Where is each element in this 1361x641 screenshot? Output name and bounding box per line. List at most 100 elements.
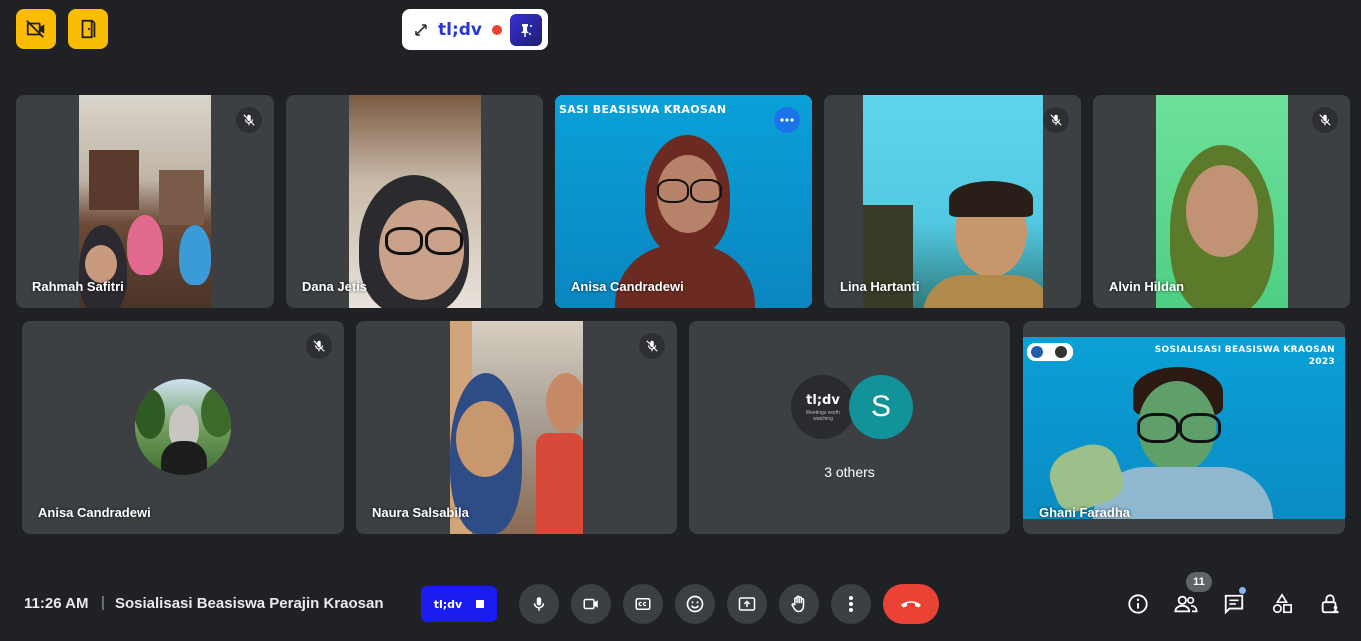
participant-name: Anisa Candradewi xyxy=(38,505,151,520)
participant-tile-lina-hartanti[interactable]: Lina Hartanti xyxy=(824,95,1081,308)
meeting-title: Sosialisasi Beasiswa Perajin Kraosan xyxy=(115,595,384,612)
participant-tile-dana-jetis[interactable]: Dana Jetis xyxy=(286,95,543,308)
people-button[interactable] xyxy=(1170,588,1202,620)
glasses xyxy=(657,179,689,203)
present-screen-button[interactable] xyxy=(727,584,767,624)
participant-tile-anisa-candradewi-active[interactable]: SASI BEASISWA KRAOSAN Anisa Candradewi xyxy=(555,95,812,308)
video-feed xyxy=(349,95,481,308)
recording-indicator-icon xyxy=(492,24,503,35)
time-separator: | xyxy=(101,594,105,611)
person-face xyxy=(456,401,514,477)
people-icon xyxy=(1174,595,1198,613)
logo-badge xyxy=(1027,343,1073,361)
furniture xyxy=(159,170,204,225)
raise-hand-button[interactable] xyxy=(779,584,819,624)
participant-name: Alvin Hildan xyxy=(1109,279,1185,294)
logo-mark-icon xyxy=(1055,346,1067,358)
more-horizontal-icon xyxy=(780,118,794,122)
logo-mark-icon xyxy=(1031,346,1043,358)
avatar xyxy=(135,379,231,475)
video-feed xyxy=(1023,337,1345,519)
others-count-label: 3 others xyxy=(824,464,875,480)
mic-off-icon xyxy=(1050,114,1062,126)
mic-off-icon xyxy=(313,340,325,352)
video-feed xyxy=(79,95,211,308)
tldv-button-label: tl;dv xyxy=(433,597,463,611)
mic-muted-indicator xyxy=(306,333,332,359)
participant-tile-ghani-faradha[interactable]: SOSIALISASI BEASISWA KRAOSAN 2023 Ghani … xyxy=(1023,321,1345,534)
leave-room-button[interactable] xyxy=(68,9,108,49)
person-shoulders xyxy=(615,245,755,308)
more-options-button[interactable] xyxy=(831,584,871,624)
tldv-bot-avatar: tl;dv Meetings worth watching xyxy=(791,375,855,439)
captions-button[interactable] xyxy=(623,584,663,624)
tldv-brand: tl;dv xyxy=(438,19,483,40)
tldv-recorder-widget[interactable]: tl;dv xyxy=(402,9,548,50)
glasses xyxy=(690,179,722,203)
magic-pin-button[interactable] xyxy=(510,13,542,46)
mic-icon xyxy=(533,597,545,611)
participant-name: Lina Hartanti xyxy=(840,279,920,294)
person-hijab xyxy=(179,225,211,285)
chat-icon xyxy=(1224,594,1244,615)
person-hijab xyxy=(127,215,163,275)
glasses xyxy=(385,227,423,255)
microphone-button[interactable] xyxy=(519,584,559,624)
participant-tile-rahmah-safitri[interactable]: Rahmah Safitri xyxy=(16,95,274,308)
video-feed xyxy=(1156,95,1288,308)
avatar-tree xyxy=(201,387,231,437)
participant-name: Anisa Candradewi xyxy=(571,279,684,294)
video-feed xyxy=(863,95,1043,308)
chat-notification-dot xyxy=(1239,587,1246,594)
info-icon xyxy=(1128,594,1148,614)
glasses xyxy=(425,227,463,255)
camera-button[interactable] xyxy=(571,584,611,624)
chat-button[interactable] xyxy=(1218,588,1250,620)
videocam-icon xyxy=(583,598,598,610)
host-controls-button[interactable] xyxy=(1314,588,1346,620)
person-hair xyxy=(949,181,1033,217)
shapes-activities-icon xyxy=(1272,593,1292,614)
activities-button[interactable] xyxy=(1266,588,1298,620)
furniture xyxy=(89,150,139,210)
participant-tile-alvin-hildan[interactable]: Alvin Hildan xyxy=(1093,95,1350,308)
video-feed xyxy=(555,95,812,308)
video-banner-line1: SOSIALISASI BEASISWA KRAOSAN xyxy=(1154,345,1335,355)
call-end-icon xyxy=(901,601,921,608)
camera-off-button[interactable] xyxy=(16,9,56,49)
present-to-all-icon xyxy=(738,597,756,611)
emoji-smile-icon xyxy=(686,595,704,613)
leave-call-button[interactable] xyxy=(883,584,939,624)
more-vertical-icon xyxy=(849,596,853,612)
meeting-details-button[interactable] xyxy=(1122,588,1154,620)
participant-tile-naura-salsabila[interactable]: Naura Salsabila xyxy=(356,321,677,534)
tldv-avatar-label: tl;dv xyxy=(806,392,840,408)
participant-tile-others[interactable]: tl;dv Meetings worth watching S 3 others xyxy=(689,321,1010,534)
mic-off-icon xyxy=(243,114,255,126)
video-feed xyxy=(450,321,583,534)
video-banner-line2: 2023 xyxy=(1308,357,1335,367)
mic-muted-indicator xyxy=(1043,107,1069,133)
participant-name: Rahmah Safitri xyxy=(32,279,124,294)
person-face xyxy=(85,245,117,283)
reactions-button[interactable] xyxy=(675,584,715,624)
video-banner-text: SASI BEASISWA KRAOSAN xyxy=(559,103,727,116)
glasses xyxy=(1137,413,1179,443)
stop-icon xyxy=(476,600,485,608)
door-exit-icon xyxy=(81,19,96,39)
expand-diagonal-icon[interactable] xyxy=(414,23,428,37)
participant-name: Dana Jetis xyxy=(302,279,368,294)
meeting-time: 11:26 AM xyxy=(24,595,89,612)
participant-name: Ghani Faradha xyxy=(1039,505,1131,520)
participant-more-options-button[interactable] xyxy=(774,107,800,133)
mic-muted-indicator xyxy=(1312,107,1338,133)
tldv-recording-button[interactable]: tl;dv xyxy=(421,586,497,622)
person-face xyxy=(1186,165,1258,257)
avatar-tree xyxy=(135,389,165,439)
magic-pin-icon xyxy=(521,23,532,37)
mic-muted-indicator xyxy=(639,333,665,359)
mic-off-icon xyxy=(646,340,658,352)
avatar-person-body xyxy=(161,441,207,475)
tldv-avatar-sublabel: Meetings worth watching xyxy=(806,409,840,422)
participant-tile-anisa-candradewi-avatar[interactable]: Anisa Candradewi xyxy=(22,321,344,534)
